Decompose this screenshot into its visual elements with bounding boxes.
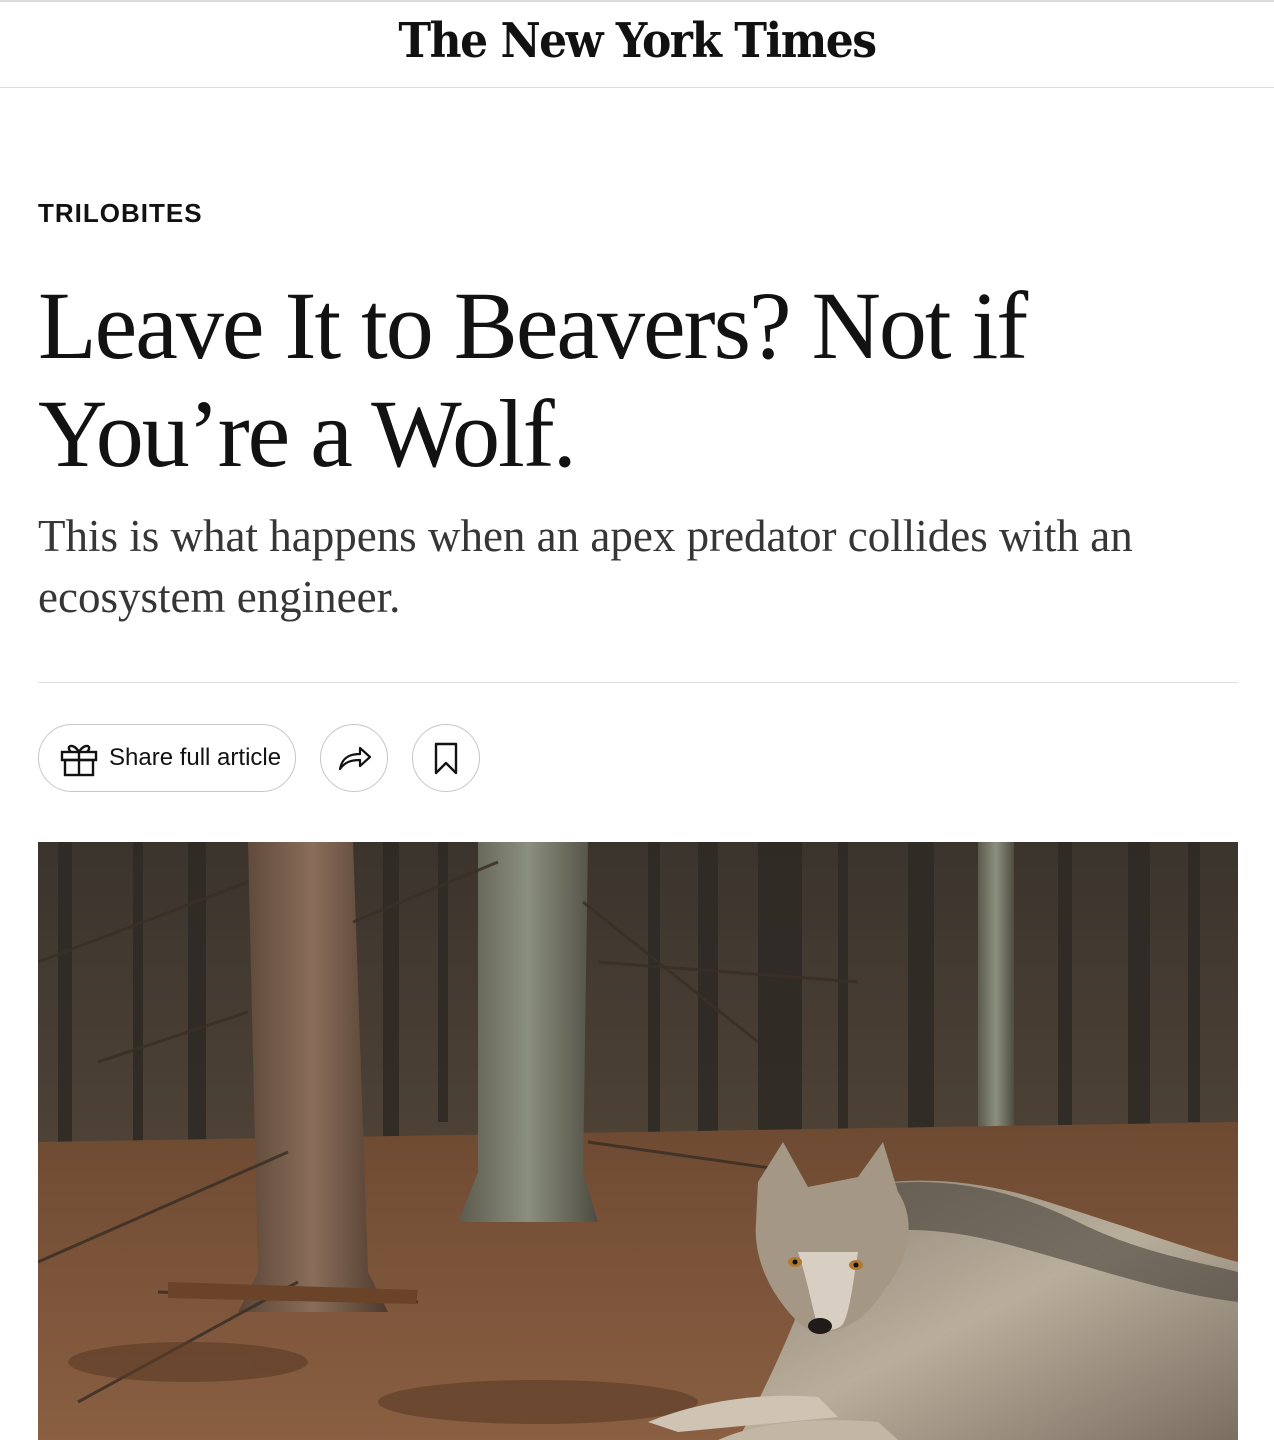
nyt-logo[interactable]: The New York Times xyxy=(0,14,1274,69)
section-kicker[interactable]: TRILOBITES xyxy=(38,198,203,229)
divider xyxy=(38,682,1238,683)
masthead: The New York Times xyxy=(0,0,1274,88)
article-lead-image[interactable] xyxy=(38,842,1238,1440)
article-headline: Leave It to Beavers? Not if You’re a Wol… xyxy=(38,272,1028,487)
share-button[interactable] xyxy=(320,724,388,792)
share-full-article-button[interactable]: Share full article xyxy=(38,724,296,792)
share-full-article-label: Share full article xyxy=(109,744,282,771)
share-arrow-icon xyxy=(338,746,372,771)
article-summary: This is what happens when an apex predat… xyxy=(38,511,1133,622)
gift-icon xyxy=(60,744,98,777)
save-button[interactable] xyxy=(412,724,480,792)
bookmark-icon xyxy=(434,742,458,775)
wolf-forest-photo xyxy=(38,842,1238,1440)
